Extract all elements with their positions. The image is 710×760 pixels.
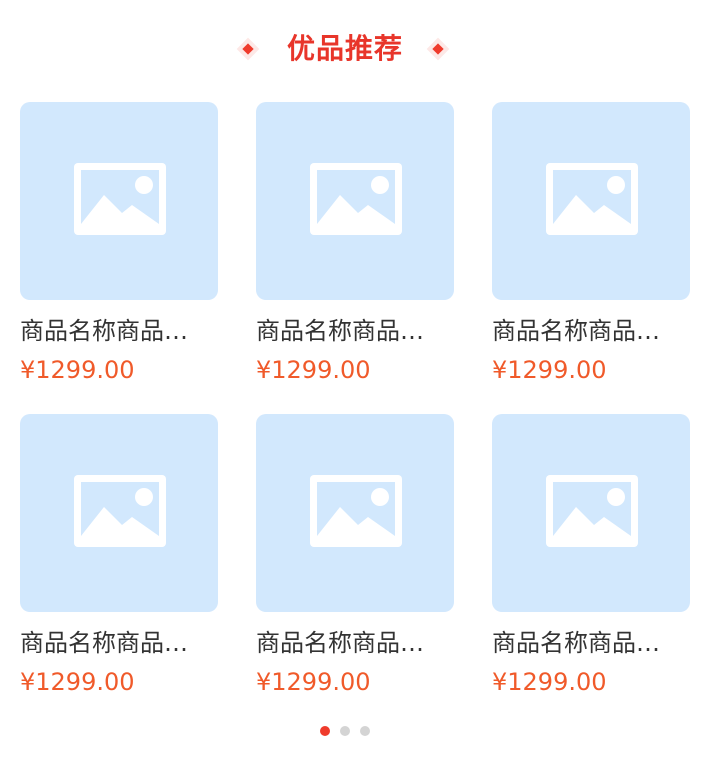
product-price: ¥1299.00 [256, 356, 371, 384]
product-price: ¥1299.00 [492, 356, 607, 384]
product-card[interactable]: 商品名称商品… ¥1299.00 [20, 102, 218, 392]
image-placeholder-icon [310, 475, 402, 547]
product-name[interactable]: 商品名称商品… [492, 312, 690, 350]
image-placeholder-icon [74, 163, 166, 235]
section-title: 优品推荐 [286, 32, 403, 65]
image-placeholder-icon [74, 475, 166, 547]
pagination-dot[interactable] [320, 726, 330, 736]
image-placeholder-icon [310, 163, 402, 235]
product-name[interactable]: 商品名称商品… [20, 624, 218, 662]
diamond-decoration-left-icon [236, 37, 260, 61]
diamond-decoration-right-icon [426, 37, 450, 61]
product-price: ¥1299.00 [20, 356, 135, 384]
pagination-dot[interactable] [340, 726, 350, 736]
pagination-dot[interactable] [360, 726, 370, 736]
product-card[interactable]: 商品名称商品… ¥1299.00 [492, 414, 690, 704]
product-image[interactable] [256, 414, 454, 612]
product-image[interactable] [492, 102, 690, 300]
product-card[interactable]: 商品名称商品… ¥1299.00 [20, 414, 218, 704]
product-price: ¥1299.00 [492, 668, 607, 696]
product-name[interactable]: 商品名称商品… [492, 624, 690, 662]
pagination-dots [0, 726, 710, 736]
product-name[interactable]: 商品名称商品… [20, 312, 218, 350]
product-image[interactable] [492, 414, 690, 612]
product-card[interactable]: 商品名称商品… ¥1299.00 [256, 102, 454, 392]
section-header: 优品推荐 [0, 24, 710, 74]
product-card[interactable]: 商品名称商品… ¥1299.00 [492, 102, 690, 392]
product-price: ¥1299.00 [256, 668, 371, 696]
product-card[interactable]: 商品名称商品… ¥1299.00 [256, 414, 454, 704]
product-image[interactable] [20, 102, 218, 300]
image-placeholder-icon [546, 475, 638, 547]
product-name[interactable]: 商品名称商品… [256, 624, 454, 662]
image-placeholder-icon [546, 163, 638, 235]
product-name[interactable]: 商品名称商品… [256, 312, 454, 350]
product-price: ¥1299.00 [20, 668, 135, 696]
product-image[interactable] [20, 414, 218, 612]
product-image[interactable] [256, 102, 454, 300]
